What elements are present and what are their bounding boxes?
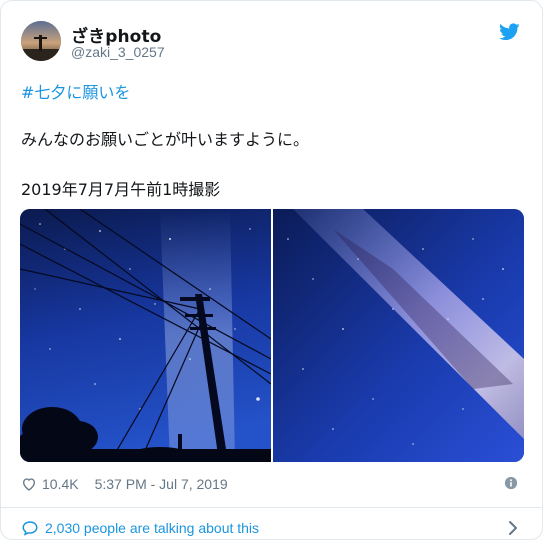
tweet-text-line: 2019年7月7月午前1時撮影 (21, 180, 221, 199)
avatar[interactable] (21, 21, 61, 61)
tweet-card: ざきphoto @zaki_3_0257 #七夕に願いを みんなのお願いごとが叶… (0, 0, 543, 540)
author-handle[interactable]: @zaki_3_0257 (71, 44, 165, 60)
speech-bubble-icon (22, 521, 38, 536)
tweet-text-line: みんなのお願いごとが叶いますように。 (21, 130, 310, 149)
hashtag-link[interactable]: #七夕に願いを (21, 79, 130, 103)
like-count[interactable]: 10.4K (42, 476, 79, 492)
talking-count-link[interactable]: 2,030 people are talking about this (45, 520, 259, 536)
tweet-meta: 10.4K 5:37 PM - Jul 7, 2019 (21, 473, 228, 495)
chevron-right-icon[interactable] (508, 520, 518, 536)
info-icon[interactable] (504, 476, 518, 490)
photo-power-pole[interactable] (20, 209, 271, 462)
heart-icon[interactable] (21, 476, 37, 492)
conversation-link[interactable]: 2,030 people are talking about this (21, 517, 259, 539)
timestamp[interactable]: 5:37 PM - Jul 7, 2019 (95, 476, 228, 492)
photo-milky-way[interactable] (273, 209, 524, 462)
divider (1, 507, 543, 508)
media-grid (20, 209, 524, 462)
twitter-bird-icon[interactable] (499, 23, 520, 41)
